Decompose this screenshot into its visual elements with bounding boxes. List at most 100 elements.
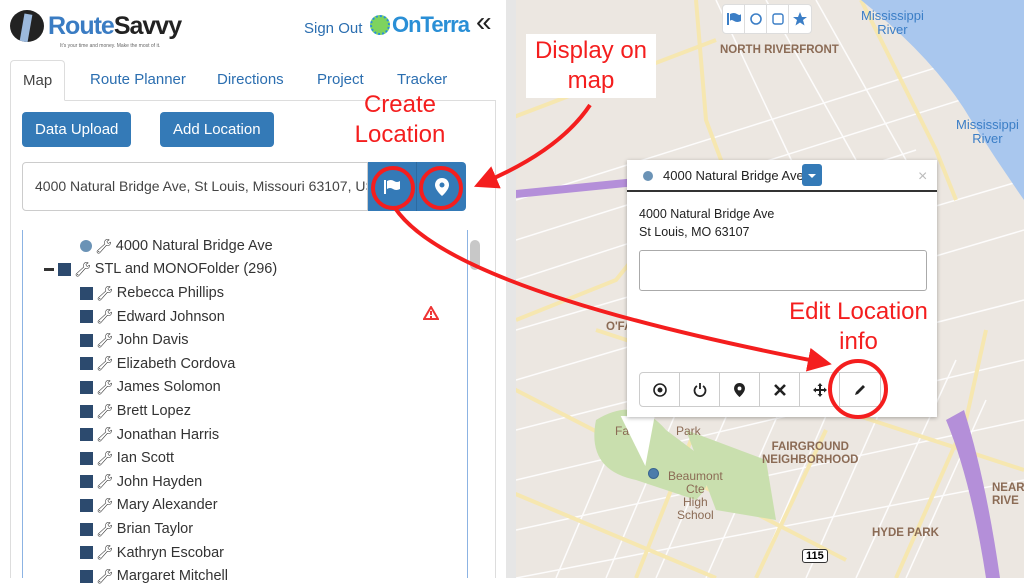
map-label-hyde-park: HYDE PARK <box>872 527 939 539</box>
location-square-icon[interactable] <box>80 569 93 583</box>
address-search-input[interactable]: 4000 Natural Bridge Ave, St Louis, Misso… <box>22 162 368 211</box>
edit-location-button[interactable] <box>840 373 880 406</box>
wrench-icon[interactable]: 🔧︎ <box>96 568 114 585</box>
star-icon <box>793 12 807 26</box>
wrench-icon[interactable]: 🔧︎ <box>96 450 114 467</box>
location-square-icon[interactable] <box>80 357 93 371</box>
sign-out-link[interactable]: Sign Out <box>304 20 362 37</box>
tab-directions[interactable]: Directions <box>205 60 296 101</box>
wrench-icon[interactable]: 🔧︎ <box>96 497 114 514</box>
location-square-icon[interactable] <box>80 451 93 465</box>
popup-dropdown-button[interactable] <box>802 164 822 186</box>
location-square-icon[interactable] <box>80 546 93 560</box>
power-icon <box>693 382 706 397</box>
tree-item[interactable]: 🔧︎ Kathryn Escobar <box>80 542 224 564</box>
map-label-fairground-park-b: Park <box>676 424 701 438</box>
tree-item[interactable]: 🔧︎ Ian Scott <box>80 447 174 469</box>
map-label-fairground-neighborhood: FAIRGROUND NEIGHBORHOOD <box>762 441 859 466</box>
tree-item[interactable]: 🔧︎ Edward Johnson <box>80 306 225 328</box>
tree-item[interactable]: 🔧︎ John Hayden <box>80 471 202 493</box>
folder-square-icon <box>58 262 71 276</box>
map-label-river-2: Mississippi River <box>956 117 1019 146</box>
map-label-school: Beaumont Cte High School <box>668 469 723 522</box>
wrench-icon[interactable]: 🔧︎ <box>96 473 114 490</box>
wrench-icon[interactable]: 🔧︎ <box>96 355 114 372</box>
location-dot-icon <box>643 171 653 181</box>
tree-item[interactable]: 🔧︎ Elizabeth Cordova <box>80 353 235 375</box>
tree-item-label: Ian Scott <box>116 450 175 467</box>
tree-scrollbar[interactable] <box>470 240 480 270</box>
location-square-icon[interactable] <box>80 522 93 536</box>
location-square-icon[interactable] <box>80 475 93 489</box>
route-shield: 115 <box>802 549 828 563</box>
location-popup: 4000 Natural Bridge Ave × 4000 Natural B… <box>627 160 937 417</box>
tree-item[interactable]: 🔧︎ James Solomon <box>80 376 221 398</box>
square-icon <box>771 13 784 25</box>
tree-item[interactable]: 🔧︎ Rebecca Phillips <box>80 282 224 304</box>
wrench-icon[interactable]: 🔧︎ <box>95 238 113 255</box>
location-square-icon[interactable] <box>80 310 93 324</box>
pin-location-button[interactable] <box>720 373 760 406</box>
tree-folder[interactable]: 🔧︎ STL and MONOFolder (296) <box>44 258 277 280</box>
wrench-icon[interactable]: 🔧︎ <box>74 261 92 278</box>
location-square-icon[interactable] <box>80 428 93 442</box>
tree-item[interactable]: 🔧︎ John Davis <box>80 329 189 351</box>
toggle-location-button[interactable] <box>680 373 720 406</box>
display-on-map-pin-button[interactable] <box>417 162 466 211</box>
draw-star-tool[interactable] <box>789 5 811 33</box>
draw-flag-tool[interactable] <box>723 5 745 33</box>
wrench-icon[interactable]: 🔧︎ <box>96 285 114 302</box>
tree-item-label: Brett Lopez <box>116 403 191 419</box>
tab-route-planner[interactable]: Route Planner <box>78 60 198 101</box>
logo-tagline: It's your time and money. Make the most … <box>60 43 161 49</box>
tab-map[interactable]: Map <box>10 60 66 101</box>
annotation-display-on-map: Display on map <box>534 37 648 94</box>
location-square-icon[interactable] <box>80 380 93 394</box>
annotation-create-location: Create Location <box>354 91 446 148</box>
tree-item-label: John Hayden <box>116 473 203 490</box>
move-location-button[interactable] <box>800 373 840 406</box>
collapse-folder-icon[interactable] <box>44 267 54 271</box>
location-square-icon[interactable] <box>80 404 93 418</box>
wrench-icon[interactable]: 🔧︎ <box>96 379 114 396</box>
popup-notes-textarea[interactable] <box>639 250 927 291</box>
popup-title: 4000 Natural Bridge Ave <box>663 168 804 183</box>
tree-item[interactable]: 🔧︎ Mary Alexander <box>80 494 218 516</box>
draw-rectangle-tool[interactable] <box>767 5 789 33</box>
delete-location-button[interactable] <box>760 373 800 406</box>
tree-item[interactable]: 🔧︎ Brett Lopez <box>80 400 191 422</box>
wrench-icon[interactable]: 🔧︎ <box>96 308 114 325</box>
target-icon <box>652 382 667 397</box>
wrench-icon[interactable]: 🔧︎ <box>96 403 114 420</box>
tree-item[interactable]: 🔧︎ Brian Taylor <box>80 518 193 540</box>
popup-address: 4000 Natural Bridge Ave St Louis, MO 631… <box>639 205 774 241</box>
routesavvy-logo: RouteSavvy It's your time and money. Mak… <box>10 10 182 49</box>
map-draw-toolbar <box>722 4 812 34</box>
tree-item-label: Brian Taylor <box>116 521 194 537</box>
center-location-button[interactable] <box>640 373 680 406</box>
wrench-icon[interactable]: 🔧︎ <box>96 332 114 349</box>
tree-item[interactable]: 🔧︎ Margaret Mitchell <box>80 565 228 587</box>
add-location-button[interactable]: Add Location <box>160 112 274 147</box>
tree-item-new-location[interactable]: 🔧︎ 4000 Natural Bridge Ave <box>80 235 273 257</box>
data-upload-button[interactable]: Data Upload <box>22 112 132 147</box>
delete-icon <box>773 383 786 396</box>
wrench-icon[interactable]: 🔧︎ <box>96 521 114 538</box>
location-marker[interactable] <box>648 468 659 479</box>
tree-item[interactable]: 🔧︎ Jonathan Harris <box>80 424 219 446</box>
location-square-icon[interactable] <box>80 286 93 300</box>
wrench-icon[interactable]: 🔧︎ <box>96 426 114 443</box>
draw-circle-tool[interactable] <box>745 5 767 33</box>
collapse-sidebar-icon[interactable]: « <box>476 6 492 38</box>
sidebar-divider[interactable] <box>506 0 516 578</box>
location-square-icon[interactable] <box>80 333 93 347</box>
popup-action-bar <box>639 372 881 407</box>
map-label-near-riverfront: NEAR RIVE <box>992 482 1024 507</box>
wrench-icon[interactable]: 🔧︎ <box>96 544 114 561</box>
map-label-river-1: Mississippi River <box>861 8 924 37</box>
tree-item-label: Jonathan Harris <box>116 426 220 443</box>
location-square-icon[interactable] <box>80 498 93 512</box>
create-location-flag-button[interactable] <box>368 162 417 211</box>
close-icon[interactable]: × <box>918 168 927 186</box>
logo-mark-icon <box>10 10 44 42</box>
